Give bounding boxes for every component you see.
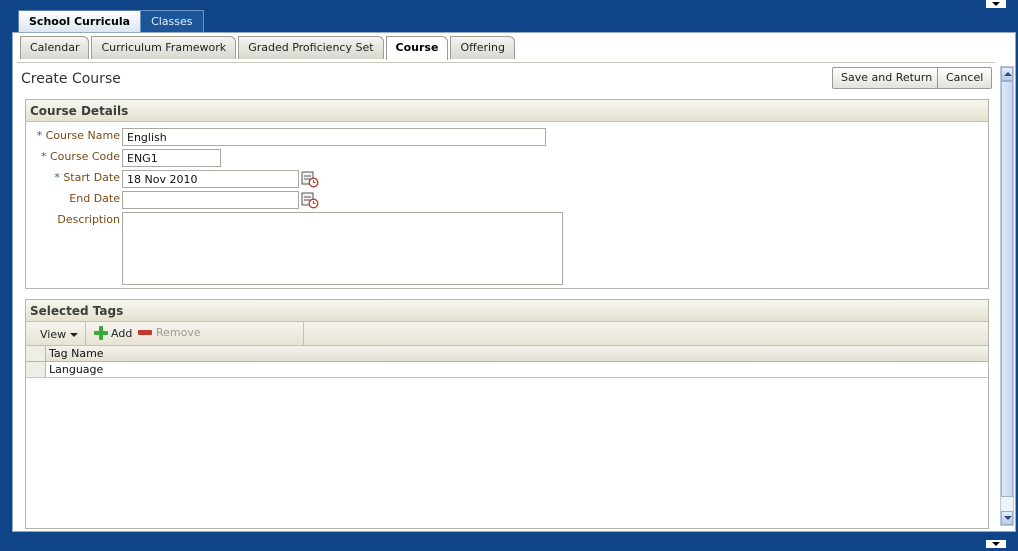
course-code-label: * Course Code — [26, 150, 120, 163]
remove-tag-button[interactable]: Remove — [138, 326, 201, 339]
course-details-header: Course Details — [26, 100, 988, 122]
tab-school-curricula[interactable]: School Curricula — [18, 10, 142, 32]
course-code-label-text: Course Code — [49, 150, 120, 163]
column-header-tag-name[interactable]: Tag Name — [46, 346, 107, 361]
row-header-spacer — [26, 346, 46, 361]
remove-label: Remove — [156, 326, 201, 339]
end-date-label: End Date — [69, 192, 120, 205]
tab-classes[interactable]: Classes — [140, 10, 204, 32]
course-name-input[interactable]: English — [122, 128, 546, 146]
course-code-input[interactable]: ENG1 — [122, 149, 221, 167]
add-tag-button[interactable]: Add — [94, 326, 132, 340]
content-panel: Create Course Save and Return Cancel Cou… — [17, 62, 995, 529]
tab-calendar[interactable]: Calendar — [20, 36, 90, 59]
required-marker: * — [40, 150, 47, 163]
vertical-scrollbar[interactable] — [1000, 66, 1014, 526]
view-menu-button[interactable]: View — [40, 328, 78, 341]
add-label: Add — [111, 326, 133, 340]
tab-course[interactable]: Course — [385, 36, 449, 60]
tab-curriculum-framework[interactable]: Curriculum Framework — [91, 36, 237, 59]
description-label: Description — [57, 213, 120, 226]
expand-bottom-icon[interactable] — [986, 540, 1006, 548]
required-marker: * — [36, 129, 43, 142]
scroll-down-icon[interactable] — [1001, 511, 1013, 525]
tags-toolbar: View Add Remove — [26, 322, 988, 346]
scroll-up-icon[interactable] — [1001, 67, 1013, 81]
tags-table: Tag Name Language — [26, 346, 988, 378]
row-header[interactable] — [26, 362, 46, 377]
course-name-label-text: Course Name — [45, 129, 120, 142]
tag-name-cell: Language — [49, 363, 104, 376]
description-textarea[interactable] — [122, 212, 563, 285]
cancel-button[interactable]: Cancel — [937, 67, 993, 89]
tab-graded-proficiency-set[interactable]: Graded Proficiency Set — [238, 36, 384, 59]
minus-icon — [138, 330, 152, 335]
scrollbar-thumb[interactable] — [1001, 81, 1013, 497]
calendar-icon[interactable] — [301, 191, 319, 209]
primary-tabs: School Curricula Classes — [18, 10, 204, 32]
plus-icon — [94, 326, 108, 340]
course-details-section: Course Details * Course Name English * C… — [25, 99, 989, 289]
tab-offering[interactable]: Offering — [450, 36, 515, 59]
save-and-return-button[interactable]: Save and Return — [832, 67, 942, 89]
table-header-row: Tag Name — [26, 346, 988, 362]
course-name-label: * Course Name — [26, 129, 120, 142]
start-date-input[interactable]: 18 Nov 2010 — [122, 170, 299, 188]
selected-tags-section: Selected Tags View Add Remove Tag Name L… — [25, 299, 989, 529]
secondary-tabs: Calendar Curriculum Framework Graded Pro… — [20, 36, 517, 60]
table-row[interactable]: Language — [26, 362, 988, 378]
required-marker: * — [54, 171, 60, 184]
start-date-label: * Start Date — [26, 171, 120, 184]
collapse-top-icon[interactable] — [986, 0, 1006, 8]
selected-tags-header: Selected Tags — [26, 300, 988, 322]
start-date-label-text: Start Date — [63, 171, 120, 184]
calendar-icon[interactable] — [301, 170, 319, 188]
page-title: Create Course — [21, 71, 121, 87]
end-date-input[interactable] — [122, 191, 299, 209]
